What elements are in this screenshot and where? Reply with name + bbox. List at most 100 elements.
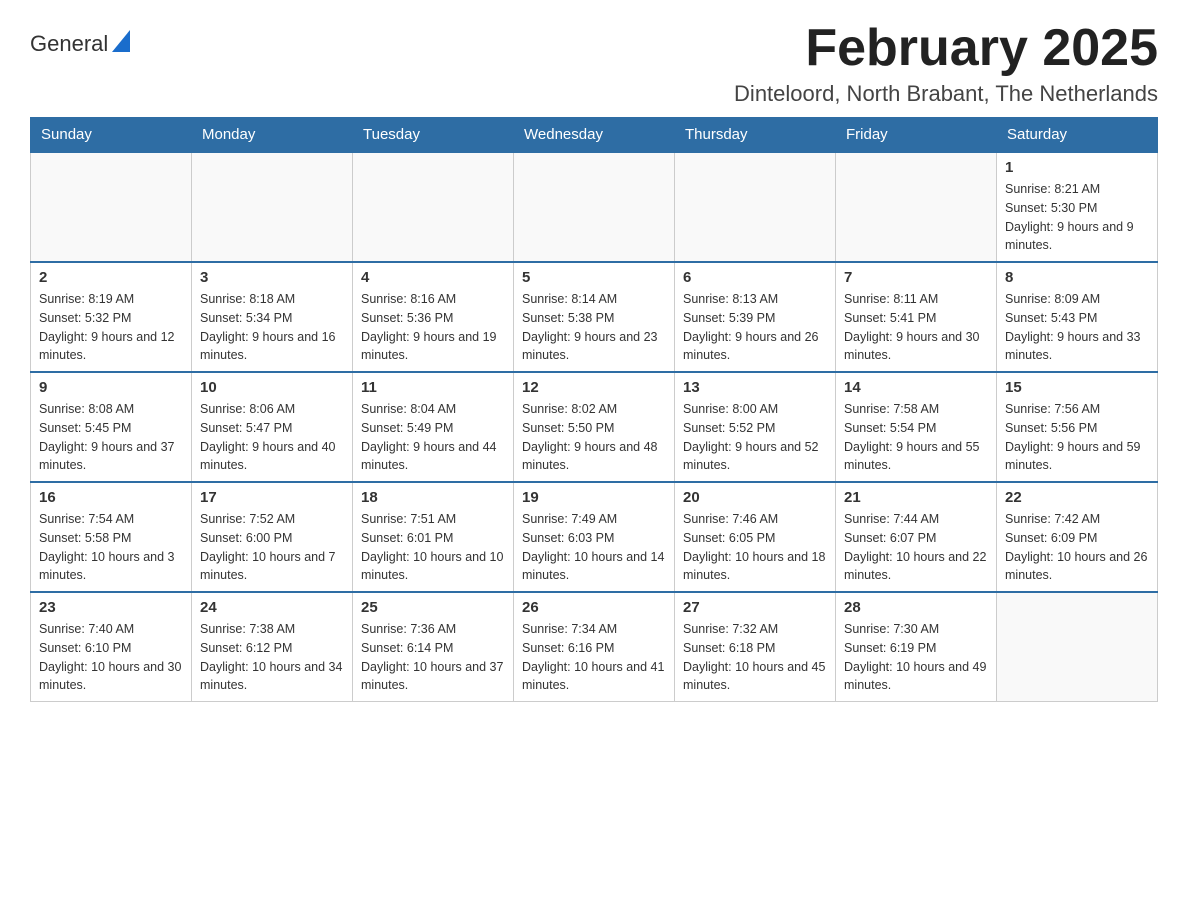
table-row: 15 Sunrise: 7:56 AM Sunset: 5:56 PM Dayli…	[997, 372, 1158, 482]
table-row: 19 Sunrise: 7:49 AM Sunset: 6:03 PM Dayli…	[514, 482, 675, 592]
table-row: 6 Sunrise: 8:13 AM Sunset: 5:39 PM Daylig…	[675, 262, 836, 372]
col-header-tuesday: Tuesday	[353, 118, 514, 153]
table-row: 18 Sunrise: 7:51 AM Sunset: 6:01 PM Dayli…	[353, 482, 514, 592]
table-row: 13Sunrise: 8:00 AM Sunset: 5:52 PM Dayli…	[675, 372, 836, 482]
col-header-wednesday: Wednesday	[514, 118, 675, 153]
logo-general-text: General	[30, 31, 108, 57]
table-row: 7 Sunrise: 8:11 AM Sunset: 5:41 PM Daylig…	[836, 262, 997, 372]
day-info: Sunrise: 8:06 AM Sunset: 5:47 PM Dayligh…	[200, 400, 344, 475]
day-number: 22	[1005, 489, 1149, 506]
location-title: Dinteloord, North Brabant, The Netherlan…	[734, 81, 1158, 107]
table-row: 10 Sunrise: 8:06 AM Sunset: 5:47 PM Dayli…	[192, 372, 353, 482]
day-number: 21	[844, 489, 988, 506]
month-title: February 2025	[734, 20, 1158, 77]
logo: General Blue	[30, 30, 134, 57]
day-info: Sunrise: 8:19 AM Sunset: 5:32 PM Dayligh…	[39, 290, 183, 365]
day-number: 27	[683, 599, 827, 616]
day-number: 26	[522, 599, 666, 616]
table-row	[192, 152, 353, 262]
day-number: 2	[39, 269, 183, 286]
day-info: Sunrise: 8:04 AM Sunset: 5:49 PM Dayligh…	[361, 400, 505, 475]
day-info: Sunrise: 8:08 AM Sunset: 5:45 PM Dayligh…	[39, 400, 183, 475]
calendar-week-row: 16 Sunrise: 7:54 AM Sunset: 5:58 PM Dayli…	[31, 482, 1158, 592]
day-number: 6	[683, 269, 827, 286]
day-info: Sunrise: 7:56 AM Sunset: 5:56 PM Dayligh…	[1005, 400, 1149, 475]
day-number: 20	[683, 489, 827, 506]
table-row: 8 Sunrise: 8:09 AM Sunset: 5:43 PM Daylig…	[997, 262, 1158, 372]
day-info: Sunrise: 7:34 AM Sunset: 6:16 PM Dayligh…	[522, 620, 666, 695]
table-row: 14 Sunrise: 7:58 AM Sunset: 5:54 PM Dayli…	[836, 372, 997, 482]
day-info: Sunrise: 8:14 AM Sunset: 5:38 PM Dayligh…	[522, 290, 666, 365]
table-row: 24 Sunrise: 7:38 AM Sunset: 6:12 PM Dayli…	[192, 592, 353, 702]
table-row: 22 Sunrise: 7:42 AM Sunset: 6:09 PM Dayli…	[997, 482, 1158, 592]
col-header-friday: Friday	[836, 118, 997, 153]
table-row: 20Sunrise: 7:46 AM Sunset: 6:05 PM Dayli…	[675, 482, 836, 592]
day-number: 15	[1005, 379, 1149, 396]
table-row: 12Sunrise: 8:02 AM Sunset: 5:50 PM Dayli…	[514, 372, 675, 482]
table-row: 17 Sunrise: 7:52 AM Sunset: 6:00 PM Dayli…	[192, 482, 353, 592]
calendar-week-row: 2 Sunrise: 8:19 AM Sunset: 5:32 PM Daylig…	[31, 262, 1158, 372]
day-info: Sunrise: 7:58 AM Sunset: 5:54 PM Dayligh…	[844, 400, 988, 475]
day-info: Sunrise: 7:36 AM Sunset: 6:14 PM Dayligh…	[361, 620, 505, 695]
col-header-saturday: Saturday	[997, 118, 1158, 153]
title-block: February 2025 Dinteloord, North Brabant,…	[734, 20, 1158, 107]
day-info: Sunrise: 8:13 AM Sunset: 5:39 PM Dayligh…	[683, 290, 827, 365]
table-row	[353, 152, 514, 262]
day-info: Sunrise: 7:42 AM Sunset: 6:09 PM Dayligh…	[1005, 510, 1149, 585]
day-number: 28	[844, 599, 988, 616]
day-info: Sunrise: 8:21 AM Sunset: 5:30 PM Dayligh…	[1005, 180, 1149, 255]
day-number: 23	[39, 599, 183, 616]
day-number: 11	[361, 379, 505, 396]
day-info: Sunrise: 7:52 AM Sunset: 6:00 PM Dayligh…	[200, 510, 344, 585]
day-number: 8	[1005, 269, 1149, 286]
table-row: 16 Sunrise: 7:54 AM Sunset: 5:58 PM Dayli…	[31, 482, 192, 592]
day-number: 5	[522, 269, 666, 286]
table-row	[514, 152, 675, 262]
table-row: 25 Sunrise: 7:36 AM Sunset: 6:14 PM Dayli…	[353, 592, 514, 702]
day-info: Sunrise: 7:44 AM Sunset: 6:07 PM Dayligh…	[844, 510, 988, 585]
day-number: 17	[200, 489, 344, 506]
day-info: Sunrise: 7:54 AM Sunset: 5:58 PM Dayligh…	[39, 510, 183, 585]
day-info: Sunrise: 7:38 AM Sunset: 6:12 PM Dayligh…	[200, 620, 344, 695]
day-number: 3	[200, 269, 344, 286]
col-header-sunday: Sunday	[31, 118, 192, 153]
table-row	[675, 152, 836, 262]
table-row: 27 Sunrise: 7:32 AM Sunset: 6:18 PM Dayli…	[675, 592, 836, 702]
day-number: 19	[522, 489, 666, 506]
day-number: 14	[844, 379, 988, 396]
table-row	[997, 592, 1158, 702]
table-row: 9Sunrise: 8:08 AM Sunset: 5:45 PM Daylig…	[31, 372, 192, 482]
day-number: 7	[844, 269, 988, 286]
day-number: 25	[361, 599, 505, 616]
day-number: 16	[39, 489, 183, 506]
calendar-week-row: 1 Sunrise: 8:21 AM Sunset: 5:30 PM Daylig…	[31, 152, 1158, 262]
day-number: 18	[361, 489, 505, 506]
calendar-week-row: 23 Sunrise: 7:40 AM Sunset: 6:10 PM Dayli…	[31, 592, 1158, 702]
header: General Blue February 2025 Dinteloord, N…	[30, 20, 1158, 107]
table-row: 2 Sunrise: 8:19 AM Sunset: 5:32 PM Daylig…	[31, 262, 192, 372]
day-info: Sunrise: 7:40 AM Sunset: 6:10 PM Dayligh…	[39, 620, 183, 695]
day-info: Sunrise: 7:49 AM Sunset: 6:03 PM Dayligh…	[522, 510, 666, 585]
table-row: 1 Sunrise: 8:21 AM Sunset: 5:30 PM Daylig…	[997, 152, 1158, 262]
day-number: 24	[200, 599, 344, 616]
table-row: 21 Sunrise: 7:44 AM Sunset: 6:07 PM Dayli…	[836, 482, 997, 592]
calendar: Sunday Monday Tuesday Wednesday Thursday…	[30, 117, 1158, 702]
table-row: 5 Sunrise: 8:14 AM Sunset: 5:38 PM Daylig…	[514, 262, 675, 372]
day-info: Sunrise: 8:02 AM Sunset: 5:50 PM Dayligh…	[522, 400, 666, 475]
day-info: Sunrise: 7:30 AM Sunset: 6:19 PM Dayligh…	[844, 620, 988, 695]
table-row	[836, 152, 997, 262]
logo-triangle-icon	[112, 30, 130, 57]
day-info: Sunrise: 8:09 AM Sunset: 5:43 PM Dayligh…	[1005, 290, 1149, 365]
day-info: Sunrise: 8:00 AM Sunset: 5:52 PM Dayligh…	[683, 400, 827, 475]
day-info: Sunrise: 7:51 AM Sunset: 6:01 PM Dayligh…	[361, 510, 505, 585]
day-info: Sunrise: 8:11 AM Sunset: 5:41 PM Dayligh…	[844, 290, 988, 365]
day-info: Sunrise: 7:32 AM Sunset: 6:18 PM Dayligh…	[683, 620, 827, 695]
table-row: 28 Sunrise: 7:30 AM Sunset: 6:19 PM Dayli…	[836, 592, 997, 702]
table-row: 4Sunrise: 8:16 AM Sunset: 5:36 PM Daylig…	[353, 262, 514, 372]
col-header-thursday: Thursday	[675, 118, 836, 153]
calendar-week-row: 9Sunrise: 8:08 AM Sunset: 5:45 PM Daylig…	[31, 372, 1158, 482]
table-row: 3 Sunrise: 8:18 AM Sunset: 5:34 PM Daylig…	[192, 262, 353, 372]
day-number: 1	[1005, 159, 1149, 176]
day-info: Sunrise: 8:18 AM Sunset: 5:34 PM Dayligh…	[200, 290, 344, 365]
day-number: 10	[200, 379, 344, 396]
